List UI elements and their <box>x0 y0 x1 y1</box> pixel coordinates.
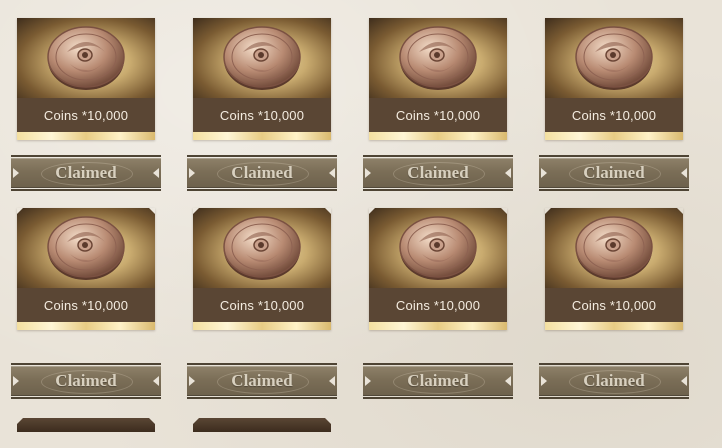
button-rule <box>11 189 161 191</box>
reward-card-partial[interactable] <box>17 418 155 432</box>
coin-icon <box>399 26 477 90</box>
button-rule <box>539 397 689 399</box>
reward-label: Coins *10,000 <box>545 98 683 132</box>
reward-art <box>17 208 155 288</box>
claimed-button[interactable]: Claimed <box>539 363 689 399</box>
button-rule <box>539 189 689 191</box>
claimed-button[interactable]: Claimed <box>363 363 513 399</box>
button-rule <box>363 155 513 157</box>
coin-icon <box>223 26 301 90</box>
button-ornament <box>393 370 485 394</box>
reward-card[interactable]: Coins *10,000 <box>545 18 683 140</box>
reward-art <box>369 208 507 288</box>
button-rule <box>11 363 161 365</box>
reward-art <box>545 208 683 288</box>
button-ornament <box>217 370 309 394</box>
reward-label: Coins *10,000 <box>17 98 155 132</box>
card-highlight <box>369 322 507 330</box>
reward-art <box>193 208 331 288</box>
card-highlight <box>193 322 331 330</box>
reward-art <box>369 18 507 98</box>
card-highlight <box>545 132 683 140</box>
reward-card[interactable]: Coins *10,000 <box>193 18 331 140</box>
coin-icon <box>47 26 125 90</box>
claimed-button[interactable]: Claimed <box>11 155 161 191</box>
button-rule <box>11 397 161 399</box>
reward-card[interactable]: Coins *10,000 <box>17 208 155 330</box>
claimed-button[interactable]: Claimed <box>187 363 337 399</box>
reward-card[interactable]: Coins *10,000 <box>193 208 331 330</box>
reward-label: Coins *10,000 <box>369 288 507 322</box>
reward-art <box>193 18 331 98</box>
button-ornament <box>41 162 133 186</box>
coin-icon <box>575 26 653 90</box>
claimed-button[interactable]: Claimed <box>363 155 513 191</box>
button-rule <box>187 363 337 365</box>
card-highlight <box>545 322 683 330</box>
reward-label: Coins *10,000 <box>369 98 507 132</box>
claimed-button[interactable]: Claimed <box>187 155 337 191</box>
button-rule <box>539 363 689 365</box>
claimed-button[interactable]: Claimed <box>539 155 689 191</box>
button-rule <box>187 155 337 157</box>
button-rule <box>363 397 513 399</box>
reward-label: Coins *10,000 <box>193 288 331 322</box>
card-highlight <box>17 322 155 330</box>
claimed-button[interactable]: Claimed <box>11 363 161 399</box>
button-ornament <box>569 370 661 394</box>
button-rule <box>363 189 513 191</box>
card-highlight <box>193 132 331 140</box>
reward-label: Coins *10,000 <box>193 98 331 132</box>
reward-card[interactable]: Coins *10,000 <box>17 18 155 140</box>
card-highlight <box>17 132 155 140</box>
button-rule <box>363 363 513 365</box>
coin-icon <box>573 212 655 284</box>
coin-icon <box>397 212 479 284</box>
reward-art <box>17 18 155 98</box>
button-rule <box>539 155 689 157</box>
button-ornament <box>393 162 485 186</box>
card-highlight <box>369 132 507 140</box>
button-rule <box>187 397 337 399</box>
button-ornament <box>569 162 661 186</box>
reward-card[interactable]: Coins *10,000 <box>545 208 683 330</box>
coin-icon <box>45 212 127 284</box>
reward-card-partial[interactable] <box>193 418 331 432</box>
button-ornament <box>217 162 309 186</box>
button-rule <box>11 155 161 157</box>
reward-card[interactable]: Coins *10,000 <box>369 18 507 140</box>
reward-art <box>545 18 683 98</box>
button-rule <box>187 189 337 191</box>
coin-icon <box>221 212 303 284</box>
reward-grid: Coins *10,000 Coins *10,000 Coins *10,00… <box>0 0 722 448</box>
reward-card[interactable]: Coins *10,000 <box>369 208 507 330</box>
reward-label: Coins *10,000 <box>545 288 683 322</box>
reward-label: Coins *10,000 <box>17 288 155 322</box>
button-ornament <box>41 370 133 394</box>
